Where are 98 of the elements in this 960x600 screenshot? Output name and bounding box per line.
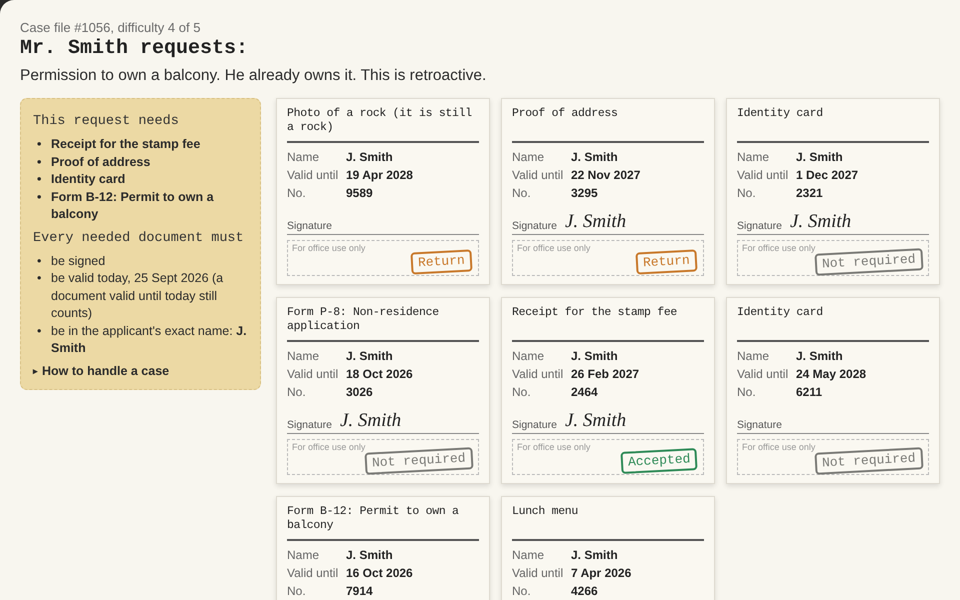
bullet: • (37, 270, 42, 287)
field-value: 9589 (346, 185, 374, 202)
field-value: J. Smith (346, 547, 394, 564)
field-label: Valid until (512, 565, 564, 582)
field-value: 16 Oct 2026 (346, 565, 414, 582)
field-value: 18 Oct 2026 (346, 366, 414, 383)
signature-label: Signature (737, 419, 782, 431)
required-document: Identity card (51, 171, 126, 188)
field-label: No. (512, 384, 532, 401)
field-label: Name (512, 547, 546, 564)
field-value: 19 Apr 2028 (346, 167, 414, 184)
stamp: Not required (814, 447, 924, 475)
field-value: 2464 (571, 384, 599, 401)
request-description: Permission to own a balcony. He already owns it. This is retroactive. (20, 66, 488, 86)
field-label: No. (512, 185, 532, 202)
document-title: Receipt for the stamp fee (512, 306, 704, 342)
stamp: Not required (364, 447, 474, 475)
field-value: 26 Feb 2027 (571, 366, 640, 383)
office-use-label: For office use only (292, 442, 366, 453)
requirement: be in the applicant's exact name: J. Smith (51, 322, 248, 357)
field-value: 24 May 2028 (796, 366, 868, 383)
field-value: J. Smith (346, 348, 394, 365)
document-title: Identity card (737, 306, 929, 342)
case-line: Case file #1056, difficulty 4 of 5 (20, 20, 202, 36)
field-value: 6211 (796, 384, 824, 401)
stamp: Accepted (620, 448, 698, 474)
signature-label: Signature (512, 419, 557, 431)
requirement: be valid today, 25 Sept 2026 (a document valid until today still counts) (51, 270, 224, 322)
office-use-label: For office use only (292, 243, 366, 254)
field-label: No. (287, 583, 307, 600)
field-label: No. (512, 583, 532, 600)
field-label: Valid until (512, 366, 564, 383)
bullet: • (37, 188, 42, 206)
field-value: 22 Nov 2027 (571, 167, 642, 184)
field-label: No. (737, 384, 757, 401)
field-value: 3295 (571, 185, 599, 202)
stamp: Not required (814, 248, 924, 276)
office-use-label: For office use only (742, 243, 816, 254)
stamp: Return (410, 249, 473, 275)
field-label: No. (287, 185, 307, 202)
field-label: Valid until (287, 167, 340, 184)
document-title: Form B-12: Permit to own a balcony (287, 505, 479, 541)
signature: J. Smith (564, 212, 626, 232)
field-value: 3026 (346, 384, 374, 401)
help-toggle[interactable]: ▸ How to handle a case (33, 364, 170, 378)
field-label: Valid until (287, 565, 340, 582)
required-document: Proof of address (51, 154, 150, 170)
field-label: Valid until (287, 366, 340, 383)
field-value: J. Smith (346, 149, 394, 166)
field-value: J. Smith (571, 547, 619, 564)
document-title: Identity card (737, 107, 929, 143)
field-label: Name (512, 149, 546, 166)
bullet: • (37, 322, 42, 340)
field-label: Name (287, 348, 320, 365)
field-label: No. (287, 384, 307, 401)
field-value: 7914 (346, 583, 374, 600)
field-value: J. Smith (796, 348, 844, 365)
field-value: 7 Apr 2026 (571, 565, 632, 582)
field-value: J. Smith (796, 149, 844, 166)
signature-label: Signature (512, 220, 557, 232)
field-label: No. (737, 185, 757, 202)
bullet: • (37, 136, 42, 153)
document-title: Proof of address (512, 107, 704, 143)
field-label: Name (512, 348, 546, 365)
signature-label: Signature (287, 220, 332, 232)
requirement: be signed (51, 252, 106, 270)
rules-heading: Every needed document must (33, 230, 245, 248)
required-document: Receipt for the stamp fee (51, 136, 200, 153)
field-label: Valid until (737, 366, 790, 383)
field-label: Valid until (737, 167, 790, 184)
signature: J. Smith (340, 411, 402, 431)
required-document: Form B-12: Permit to own a balcony (51, 188, 215, 223)
field-label: Name (287, 547, 320, 564)
field-label: Name (737, 149, 770, 166)
field-label: Name (737, 348, 770, 365)
bullet: • (37, 252, 42, 270)
signature-label: Signature (737, 220, 782, 232)
document-title: Form P-8: Non-residence application (287, 306, 479, 342)
signature-label: Signature (287, 419, 332, 431)
signature: J. Smith (564, 411, 626, 431)
office-use-label: For office use only (742, 442, 816, 453)
bullet: • (37, 154, 42, 170)
field-label: Name (287, 149, 320, 166)
stamp: Return (636, 249, 698, 275)
document-title: Lunch menu (512, 505, 704, 541)
signature: J. Smith (790, 212, 852, 232)
office-use-label: For office use only (517, 243, 590, 254)
bullet: • (37, 171, 42, 188)
document-title: Photo of a rock (it is still a rock) (287, 107, 479, 143)
page-title: Mr. Smith requests: (20, 36, 250, 62)
office-use-label: For office use only (517, 442, 590, 453)
field-value: J. Smith (571, 348, 619, 365)
field-value: J. Smith (571, 149, 619, 166)
field-value: 2321 (796, 185, 824, 202)
field-label: Valid until (512, 167, 564, 184)
field-value: 4266 (571, 583, 599, 600)
rules-heading: This request needs (33, 113, 180, 131)
field-value: 1 Dec 2027 (796, 167, 860, 184)
